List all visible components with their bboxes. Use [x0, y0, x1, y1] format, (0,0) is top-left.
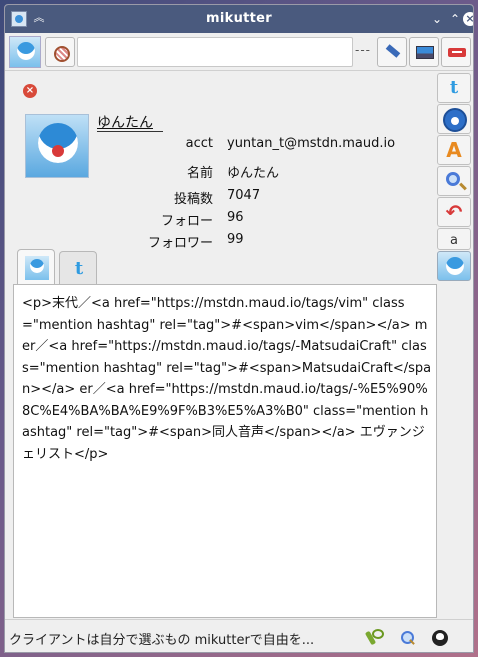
- wrench-icon[interactable]: [365, 629, 384, 647]
- search-icon[interactable]: [399, 629, 417, 647]
- github-icon[interactable]: [431, 629, 449, 647]
- sidebar-letter: a: [450, 233, 458, 248]
- twitter-icon: t: [449, 77, 459, 98]
- field-value: ゆんたん: [227, 166, 280, 181]
- post-input[interactable]: [77, 37, 353, 67]
- bio-text: <p>末代／<a href="https://mstdn.maud.io/tag…: [22, 296, 432, 462]
- sidebar-tab-undo[interactable]: ↶: [437, 197, 471, 227]
- window-title: mikutter: [206, 11, 272, 26]
- field-value: 99: [227, 232, 244, 247]
- sidebar-tab-profile[interactable]: [437, 251, 471, 281]
- profile-tabs: t: [17, 249, 217, 285]
- minimize-button[interactable]: ⌄: [429, 11, 445, 27]
- close-profile-icon[interactable]: ×: [23, 84, 37, 98]
- post-toolbar: ---: [5, 33, 473, 71]
- delete-icon: [448, 48, 466, 57]
- tab-mastodon-profile[interactable]: [17, 249, 55, 285]
- tab-twitter-profile[interactable]: t: [59, 251, 97, 285]
- profile-avatar[interactable]: [25, 114, 89, 178]
- field-label: acct: [185, 136, 213, 151]
- field-label: フォロワー: [147, 236, 213, 251]
- field-row-posts: 投稿数 7047: [93, 184, 433, 207]
- profile-fields: acct yuntan_t@mstdn.maud.io 名前 ゆんたん 投稿数 …: [93, 132, 433, 251]
- maximize-button[interactable]: ⌃: [447, 11, 463, 27]
- app-window: ︽ mikutter ⌄ ⌃ × --- × ゆんたん acct yuntan_…: [4, 4, 474, 653]
- close-window-button[interactable]: ×: [463, 12, 473, 26]
- image-button[interactable]: [409, 37, 439, 67]
- sidebar-tab-font[interactable]: A: [437, 135, 471, 165]
- mastodon-icon: [443, 108, 467, 132]
- image-icon: [416, 46, 434, 59]
- sidebar-tab-letter[interactable]: a: [437, 228, 471, 250]
- field-value: 7047: [227, 188, 261, 203]
- field-label: 名前: [186, 166, 213, 181]
- undo-icon: ↶: [445, 200, 463, 224]
- field-label: フォロー: [160, 214, 213, 229]
- status-message: クライアントは自分で選ぶもの mikutterで自由を...: [9, 633, 315, 648]
- field-row-followers: フォロワー 99: [93, 228, 433, 251]
- post-button[interactable]: [377, 37, 407, 67]
- field-row-name: 名前 ゆんたん: [93, 158, 433, 184]
- bio-panel: <p>末代／<a href="https://mstdn.maud.io/tag…: [13, 284, 437, 618]
- search-icon: [446, 172, 460, 186]
- profile-pane: × ゆんたん acct yuntan_t@mstdn.maud.io 名前 ゆん…: [9, 72, 437, 618]
- field-value: yuntan_t@mstdn.maud.io: [227, 136, 396, 151]
- tab-sidebar: t A ↶ a: [437, 73, 471, 281]
- profile-display-name[interactable]: ゆんたん: [97, 112, 153, 132]
- font-icon: A: [446, 138, 462, 162]
- current-user-avatar[interactable]: [9, 36, 41, 68]
- avatar-icon: [25, 256, 49, 280]
- twitter-icon: t: [74, 258, 84, 279]
- sidebar-tab-mastodon[interactable]: [437, 104, 471, 134]
- field-value: 96: [227, 210, 244, 225]
- delete-button[interactable]: [441, 37, 471, 67]
- sidebar-tab-twitter[interactable]: t: [437, 73, 471, 103]
- status-bar: クライアントは自分で選ぶもの mikutterで自由を...: [5, 619, 473, 652]
- title-bar: ︽ mikutter ⌄ ⌃ ×: [5, 5, 473, 33]
- separator-text: ---: [355, 43, 371, 57]
- field-row-following: フォロー 96: [93, 206, 433, 229]
- field-row-acct: acct yuntan_t@mstdn.maud.io: [93, 132, 433, 158]
- field-label: 投稿数: [173, 192, 213, 207]
- pen-icon: [385, 44, 401, 58]
- sidebar-tab-search[interactable]: [437, 166, 471, 196]
- mute-icon[interactable]: [45, 37, 75, 67]
